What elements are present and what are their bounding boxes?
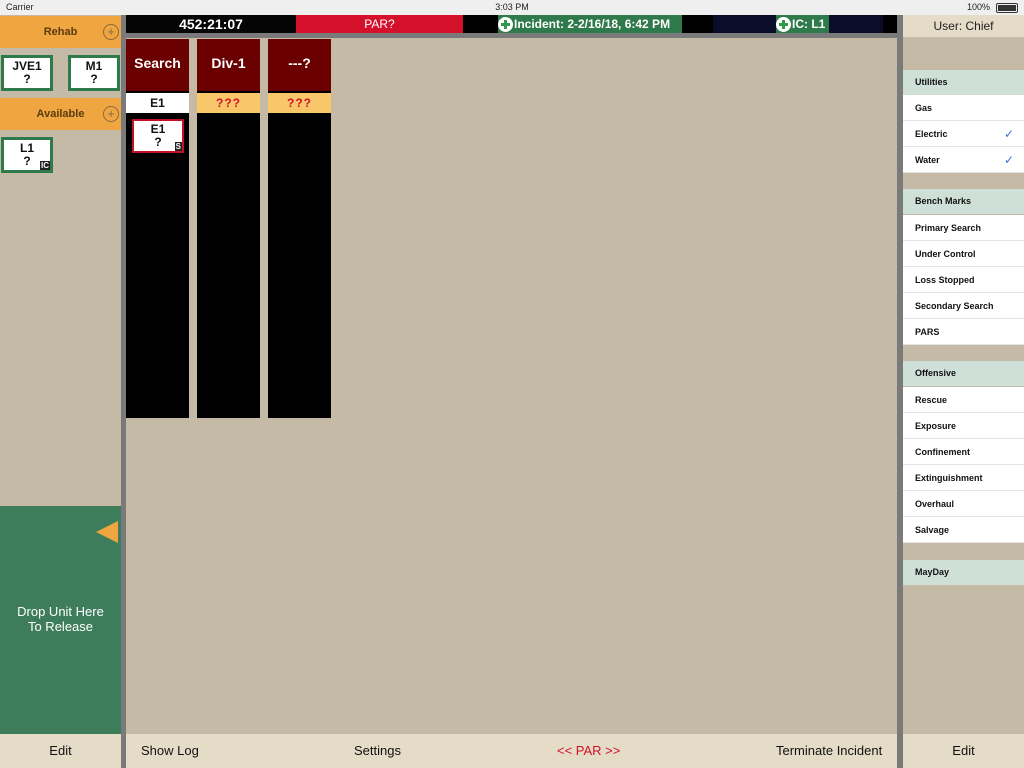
incident-label: Incident: 2-2/16/18, 6:42 PM (514, 17, 671, 31)
drop-zone-line2: To Release (27, 619, 94, 634)
collapse-arrow-icon[interactable] (96, 521, 118, 543)
user-label[interactable]: User: Chief (903, 15, 1024, 37)
terminate-incident-button[interactable]: Terminate Incident (776, 734, 882, 768)
ic-panel: IC: L1 (713, 15, 883, 33)
assigned-unit-e1[interactable]: E1 ? S (132, 119, 184, 153)
status-time: 3:03 PM (495, 2, 529, 12)
benchmark-item-secondary-search[interactable]: Secondary Search (903, 293, 1024, 319)
offensive-item-overhaul[interactable]: Overhaul (903, 491, 1024, 517)
release-drop-zone[interactable]: Drop Unit Here To Release (0, 506, 121, 734)
column-title[interactable]: Div-1 (197, 39, 260, 91)
offensive-item-salvage[interactable]: Salvage (903, 517, 1024, 543)
ic-plus-icon (776, 16, 791, 32)
utility-item-gas[interactable]: Gas (903, 95, 1024, 121)
section-header-offensive: Offensive (903, 361, 1024, 386)
drop-zone-line1: Drop Unit Here (17, 604, 104, 619)
checkmark-icon: ✓ (1003, 127, 1014, 141)
benchmark-item-pars[interactable]: PARS (903, 319, 1024, 345)
elapsed-timer: 452:21:07 (126, 15, 296, 33)
benchmark-item-loss-stopped[interactable]: Loss Stopped (903, 267, 1024, 293)
right-panel: User: Chief Utilities Gas Electric ✓ Wat… (903, 15, 1024, 768)
column-supervisor[interactable]: E1 (126, 93, 189, 113)
utility-label: Gas (915, 103, 933, 113)
available-group-header[interactable]: Available + (0, 98, 121, 130)
unit-tile-l1[interactable]: L1 ? IC (1, 137, 53, 173)
incident-plus-icon (498, 16, 513, 32)
offensive-item-rescue[interactable]: Rescue (903, 387, 1024, 413)
column-supervisor[interactable]: ??? (268, 93, 331, 113)
bottom-toolbar: Show Log Settings << PAR >> Terminate In… (126, 734, 897, 768)
add-available-icon[interactable]: + (103, 106, 119, 122)
column-title[interactable]: Search (126, 39, 189, 91)
incident-commander-button[interactable]: IC: L1 (776, 15, 830, 33)
unit-role-badge: S (174, 142, 182, 151)
settings-button[interactable]: Settings (354, 734, 401, 768)
offensive-item-exposure[interactable]: Exposure (903, 413, 1024, 439)
benchmark-item-primary-search[interactable]: Primary Search (903, 215, 1024, 241)
unit-status: ? (23, 72, 31, 86)
section-header-benchmarks: Bench Marks (903, 189, 1024, 214)
par-status-button[interactable]: PAR? (296, 15, 463, 33)
rehab-group-header[interactable]: Rehab + (0, 16, 121, 48)
left-panel: Rehab + JVE1 ? M1 ? Available + L1 ? IC … (0, 15, 121, 768)
left-edit-button[interactable]: Edit (0, 734, 121, 768)
utility-label: Electric (915, 129, 948, 139)
column-title[interactable]: ---? (268, 39, 331, 91)
assignment-column[interactable]: Div-1 ??? (197, 39, 260, 418)
utility-item-electric[interactable]: Electric ✓ (903, 121, 1024, 147)
incident-header: 452:21:07 PAR? Incident: 2-2/16/18, 6:42… (126, 15, 897, 33)
unit-role-badge: IC (40, 161, 50, 170)
assignment-board: Search E1 E1 ? S Div-1 ??? ---? ??? (126, 38, 897, 734)
available-label: Available (36, 108, 85, 120)
assignment-column[interactable]: ---? ??? (268, 39, 331, 418)
offensive-item-confinement[interactable]: Confinement (903, 439, 1024, 465)
battery-icon (996, 3, 1018, 13)
column-supervisor[interactable]: ??? (197, 93, 260, 113)
rehab-label: Rehab (43, 26, 78, 38)
unit-status: ? (90, 72, 98, 86)
battery-percent: 100% (966, 2, 990, 12)
utility-label: Water (915, 155, 940, 165)
assignment-column[interactable]: Search E1 E1 ? S (126, 39, 189, 418)
checkmark-icon: ✓ (1003, 153, 1014, 167)
ic-label: IC: L1 (792, 17, 826, 31)
right-edit-button[interactable]: Edit (903, 734, 1024, 768)
par-button[interactable]: << PAR >> (557, 734, 620, 768)
unit-tile-m1[interactable]: M1 ? (68, 55, 120, 91)
benchmark-item-under-control[interactable]: Under Control (903, 241, 1024, 267)
utility-item-water[interactable]: Water ✓ (903, 147, 1024, 173)
show-log-button[interactable]: Show Log (141, 734, 199, 768)
unit-tile-jve1[interactable]: JVE1 ? (1, 55, 53, 91)
mayday-button[interactable]: MayDay (903, 560, 1024, 585)
add-rehab-icon[interactable]: + (103, 24, 119, 40)
status-bar: Carrier 3:03 PM 100% (0, 0, 1024, 15)
incident-button[interactable]: Incident: 2-2/16/18, 6:42 PM (498, 15, 682, 33)
offensive-item-extinguishment[interactable]: Extinguishment (903, 465, 1024, 491)
section-header-utilities: Utilities (903, 70, 1024, 95)
